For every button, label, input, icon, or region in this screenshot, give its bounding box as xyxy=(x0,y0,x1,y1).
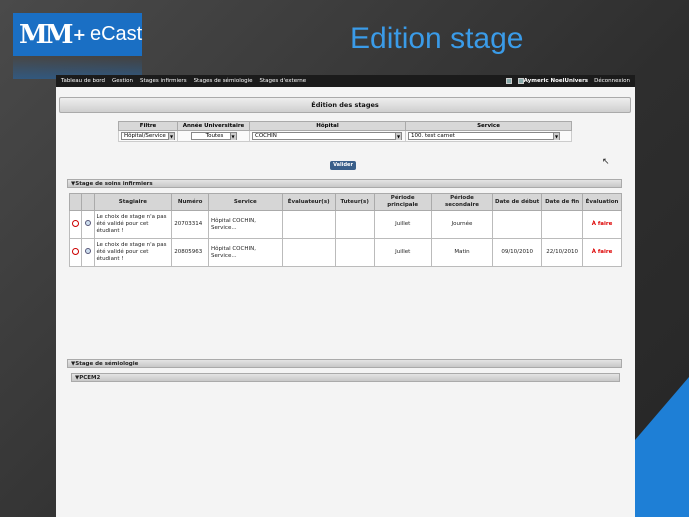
col-periode-principale: Période principale xyxy=(373,193,432,211)
table-row: Le choix de stage n'a pas été validé pou… xyxy=(68,238,622,267)
filter-select[interactable]: Hôpital/Service ▼ xyxy=(121,132,175,140)
page-content: Édition des stages Filtre Année Universi… xyxy=(56,87,635,517)
filter-header: Filtre xyxy=(118,121,178,131)
top-nav: Tableau de bord Gestion Stages infirmier… xyxy=(56,75,635,87)
cell-service: Hôpital COCHIN, Service... xyxy=(208,210,283,239)
col-evaluation: Évaluation xyxy=(582,193,622,211)
cell-date-fin: 22/10/2010 xyxy=(541,238,584,267)
magnifier-icon[interactable] xyxy=(84,220,91,226)
mouse-cursor-icon: ↖ xyxy=(602,157,610,167)
col-tuteurs: Tuteur(s) xyxy=(334,193,375,211)
cell-numero: 20703314 xyxy=(171,210,210,239)
col-date-debut: Date de début xyxy=(492,193,543,211)
chevron-down-icon: ▼ xyxy=(168,133,174,140)
table-row: Le choix de stage n'a pas été validé pou… xyxy=(68,210,622,239)
cell-service: Hôpital COCHIN, Service... xyxy=(208,238,283,267)
chevron-down-icon: ▼ xyxy=(553,133,559,140)
chevron-down-icon: ▼ xyxy=(395,133,401,140)
col-numero: Numéro xyxy=(171,193,210,211)
user-name[interactable]: Aymeric Noel xyxy=(524,78,565,84)
univers-link[interactable]: Univers xyxy=(565,78,589,84)
soins-table: Stagiaire Numéro Service Évaluateur(s) T… xyxy=(68,193,622,267)
nav-dashboard[interactable]: Tableau de bord xyxy=(61,78,105,84)
col-stagiaire: Stagiaire xyxy=(93,193,173,211)
cell-stagiaire: Le choix de stage n'a pas été validé pou… xyxy=(93,210,173,239)
delete-icon[interactable] xyxy=(72,247,80,255)
delete-icon[interactable] xyxy=(72,219,80,227)
hospital-select[interactable]: COCHIN ▼ xyxy=(252,132,402,140)
section-semio-header[interactable]: ▼Stage de sémiologie xyxy=(67,359,622,368)
ecast-logo: M M + eCast xyxy=(13,13,142,56)
slide-title: Edition stage xyxy=(350,22,524,55)
col-evaluateurs: Évaluateur(s) xyxy=(281,193,336,211)
col-periode-secondaire: Période secondaire xyxy=(430,193,494,211)
cell-stagiaire: Le choix de stage n'a pas été validé pou… xyxy=(93,238,173,267)
hospital-header: Hôpital xyxy=(249,121,406,131)
year-header: Année Universitaire xyxy=(177,121,250,131)
cell-date-debut: 09/10/2010 xyxy=(492,238,543,267)
section-soins-header[interactable]: ▼Stage de soins infirmiers xyxy=(67,179,622,188)
nav-stages-infirmiers[interactable]: Stages infirmiers xyxy=(140,78,187,84)
logo-name: eCast xyxy=(89,23,143,45)
nav-gestion[interactable]: Gestion xyxy=(112,78,133,84)
cell-numero: 20805963 xyxy=(171,238,210,267)
page-title: Édition des stages xyxy=(59,97,631,113)
chevron-down-icon: ▼ xyxy=(229,133,236,140)
col-service: Service xyxy=(208,193,283,211)
cell-evaluateurs xyxy=(281,238,336,267)
cell-periode-principale: Juillet xyxy=(373,210,432,239)
cell-periode-principale: Juillet xyxy=(373,238,432,267)
magnifier-icon[interactable] xyxy=(84,248,91,254)
service-header: Service xyxy=(405,121,572,131)
cell-tuteurs xyxy=(334,238,375,267)
logo-plus: + xyxy=(72,25,86,44)
evaluation-link[interactable]: À faire xyxy=(582,238,622,267)
cell-tuteurs xyxy=(334,210,375,239)
col-date-fin: Date de fin xyxy=(541,193,584,211)
cell-date-fin xyxy=(541,210,584,239)
evaluation-link[interactable]: À faire xyxy=(582,210,622,239)
cell-periode-secondaire: Matin xyxy=(430,238,494,267)
cell-date-debut xyxy=(492,210,543,239)
app-window: Tableau de bord Gestion Stages infirmier… xyxy=(56,75,635,517)
pcem2-header[interactable]: ▼PCEM2 xyxy=(71,373,620,382)
service-select[interactable]: 100. test carnet ▼ xyxy=(408,132,560,140)
filter-panel: Filtre Année Universitaire Hôpital Servi… xyxy=(118,121,633,142)
nav-stages-semiologie[interactable]: Stages de sémiologie xyxy=(194,78,253,84)
logo-mark: M xyxy=(19,19,48,50)
submit-button[interactable]: Valider xyxy=(330,161,356,170)
year-select[interactable]: Toutes ▼ xyxy=(190,132,237,140)
nav-stages-externe[interactable]: Stages d'externe xyxy=(260,78,307,84)
mail-icon[interactable] xyxy=(505,78,512,84)
cell-evaluateurs xyxy=(281,210,336,239)
logo-mark-2: M xyxy=(44,19,74,50)
logout-link[interactable]: Déconnexion xyxy=(594,78,630,84)
cell-periode-secondaire: Journée xyxy=(430,210,494,239)
